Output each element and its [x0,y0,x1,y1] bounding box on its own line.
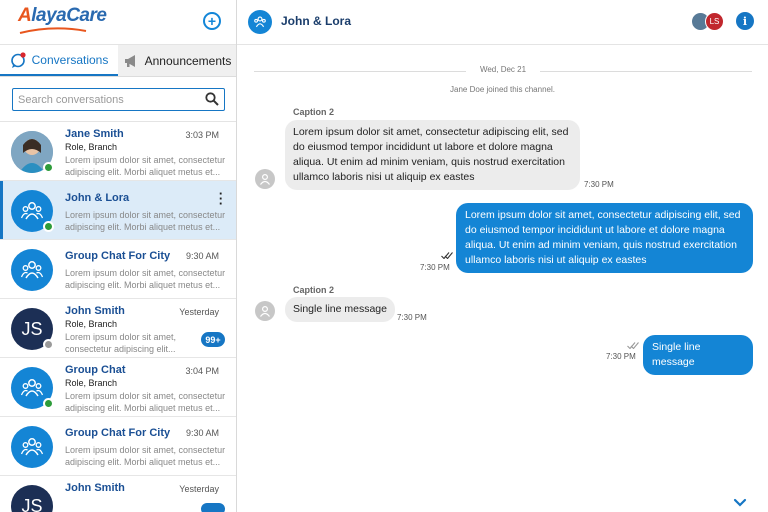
chat-bubble-icon [10,51,26,68]
plus-icon: + [207,13,217,29]
conversation-name: John & Lora [65,192,130,204]
conversation-name: John Smith [65,305,125,317]
group-icon [21,202,43,220]
conversation-item[interactable]: Jane Smith 3:03 PM Role, Branch Lorem ip… [0,122,236,181]
user-icon [260,305,270,317]
conversation-item[interactable]: JS John Smith Yesterday [0,476,236,512]
conversation-name: Jane Smith [65,128,124,140]
scroll-to-bottom-icon[interactable] [728,496,752,510]
conversation-item[interactable]: JS John Smith Yesterday Role, Branch Lor… [0,299,236,358]
date-separator: Wed, Dec 21 [254,65,752,77]
tab-announcements[interactable]: Announcements [118,45,236,76]
search-box [12,88,225,111]
conversation-preview: Lorem ipsum dolor sit amet, consectetur … [65,332,177,354]
outgoing-message-bubble[interactable]: Lorem ipsum dolor sit amet, consectetur … [456,203,753,273]
presence-indicator [43,339,54,350]
channel-avatar [248,10,272,34]
sender-avatar [255,169,275,189]
conversation-preview: Lorem ipsum dolor sit amet, consectetur … [65,445,226,467]
conversation-time: 3:04 PM [185,366,219,376]
conversation-time: 9:30 AM [185,251,219,261]
conversation-role: Role, Branch [65,319,118,329]
conversation-sidebar: AlayaCare + Conversations Announcements … [0,0,237,512]
conversation-item[interactable]: John & Lora · · · Lorem ipsum dolor sit am… [0,181,236,240]
group-icon [21,261,43,279]
conversation-time: Yesterday [179,307,219,317]
new-conversation-button[interactable]: + [203,12,221,30]
chat-header: John & Lora LS i [237,0,768,45]
logo-swoosh-icon [19,27,87,34]
date-label: Wed, Dec 21 [479,65,527,74]
conversation-name: Group Chat [65,364,126,376]
avatar [11,426,53,468]
conversation-preview: Lorem ipsum dolor sit amet, consectetur … [65,210,226,232]
message-time: 7:30 PM [584,180,614,189]
search-bar [0,77,236,122]
conversation-preview: Lorem ipsum dolor sit amet, consectetur … [65,268,226,290]
incoming-message-bubble[interactable]: Single line message [285,297,395,322]
participant-initials: LS [709,17,720,26]
outgoing-message-bubble[interactable]: Single line message [643,335,753,375]
avatar [11,249,53,291]
incoming-message-bubble[interactable]: Lorem ipsum dolor sit amet, consectetur … [285,120,580,190]
more-options-icon[interactable]: · · · [218,187,224,210]
conversation-preview: Lorem ipsum dolor sit amet, consectetur … [65,391,226,413]
unread-badge: 99+ [201,332,225,347]
group-icon [21,438,43,456]
message-time: 7:30 PM [397,313,427,322]
app-logo[interactable]: AlayaCare [18,5,107,27]
info-button[interactable]: i [736,12,754,30]
tab-conversations[interactable]: Conversations [0,45,118,76]
conversation-item[interactable]: Group Chat For City 9:30 AM Lorem ipsum … [0,417,236,476]
conversation-role: Role, Branch [65,142,118,152]
read-receipt-icon [627,342,639,349]
read-receipt-icon [441,252,453,259]
user-icon [260,173,270,185]
presence-indicator [43,221,54,232]
sender-avatar [255,301,275,321]
conversation-time: Yesterday [179,484,219,494]
unread-badge [201,503,225,512]
chat-title: John & Lora [281,14,352,28]
conversation-preview: Lorem ipsum dolor sit amet, consectetur … [65,155,226,177]
system-message: Jane Doe joined this channel. [450,85,555,94]
message-caption: Caption 2 [293,107,335,117]
info-icon: i [742,14,748,28]
message-list: Wed, Dec 21 Jane Doe joined this channel… [237,45,768,512]
search-input[interactable] [18,90,198,109]
avatar: JS [11,485,53,512]
conversation-item[interactable]: Group Chat For City 9:30 AM Lorem ipsum … [0,240,236,299]
tab-label: Conversations [31,52,109,67]
message-time: 7:30 PM [606,352,636,361]
conversation-time: 3:03 PM [185,130,219,140]
megaphone-icon [124,54,135,67]
conversation-role: Role, Branch [65,378,118,388]
conversation-name: Group Chat For City [65,250,171,262]
sidebar-header: AlayaCare + [0,0,236,45]
presence-indicator [43,398,54,409]
sidebar-tabs: Conversations Announcements [0,45,236,77]
conversation-name: John Smith [65,482,125,494]
message-caption: Caption 2 [293,285,335,295]
group-icon [254,16,266,28]
participant-avatar[interactable]: LS [705,12,724,31]
message-time: 7:30 PM [420,263,450,272]
avatar-initials: JS [21,318,43,339]
avatar-initials: JS [21,495,43,512]
conversation-item[interactable]: Group Chat 3:04 PM Role, Branch Lorem ip… [0,358,236,417]
tab-label: Announcements [144,53,232,68]
conversation-name: Group Chat For City [65,427,171,439]
group-icon [21,379,43,397]
search-icon[interactable] [205,92,219,106]
conversation-time: 9:30 AM [185,428,219,438]
presence-indicator [43,162,54,173]
